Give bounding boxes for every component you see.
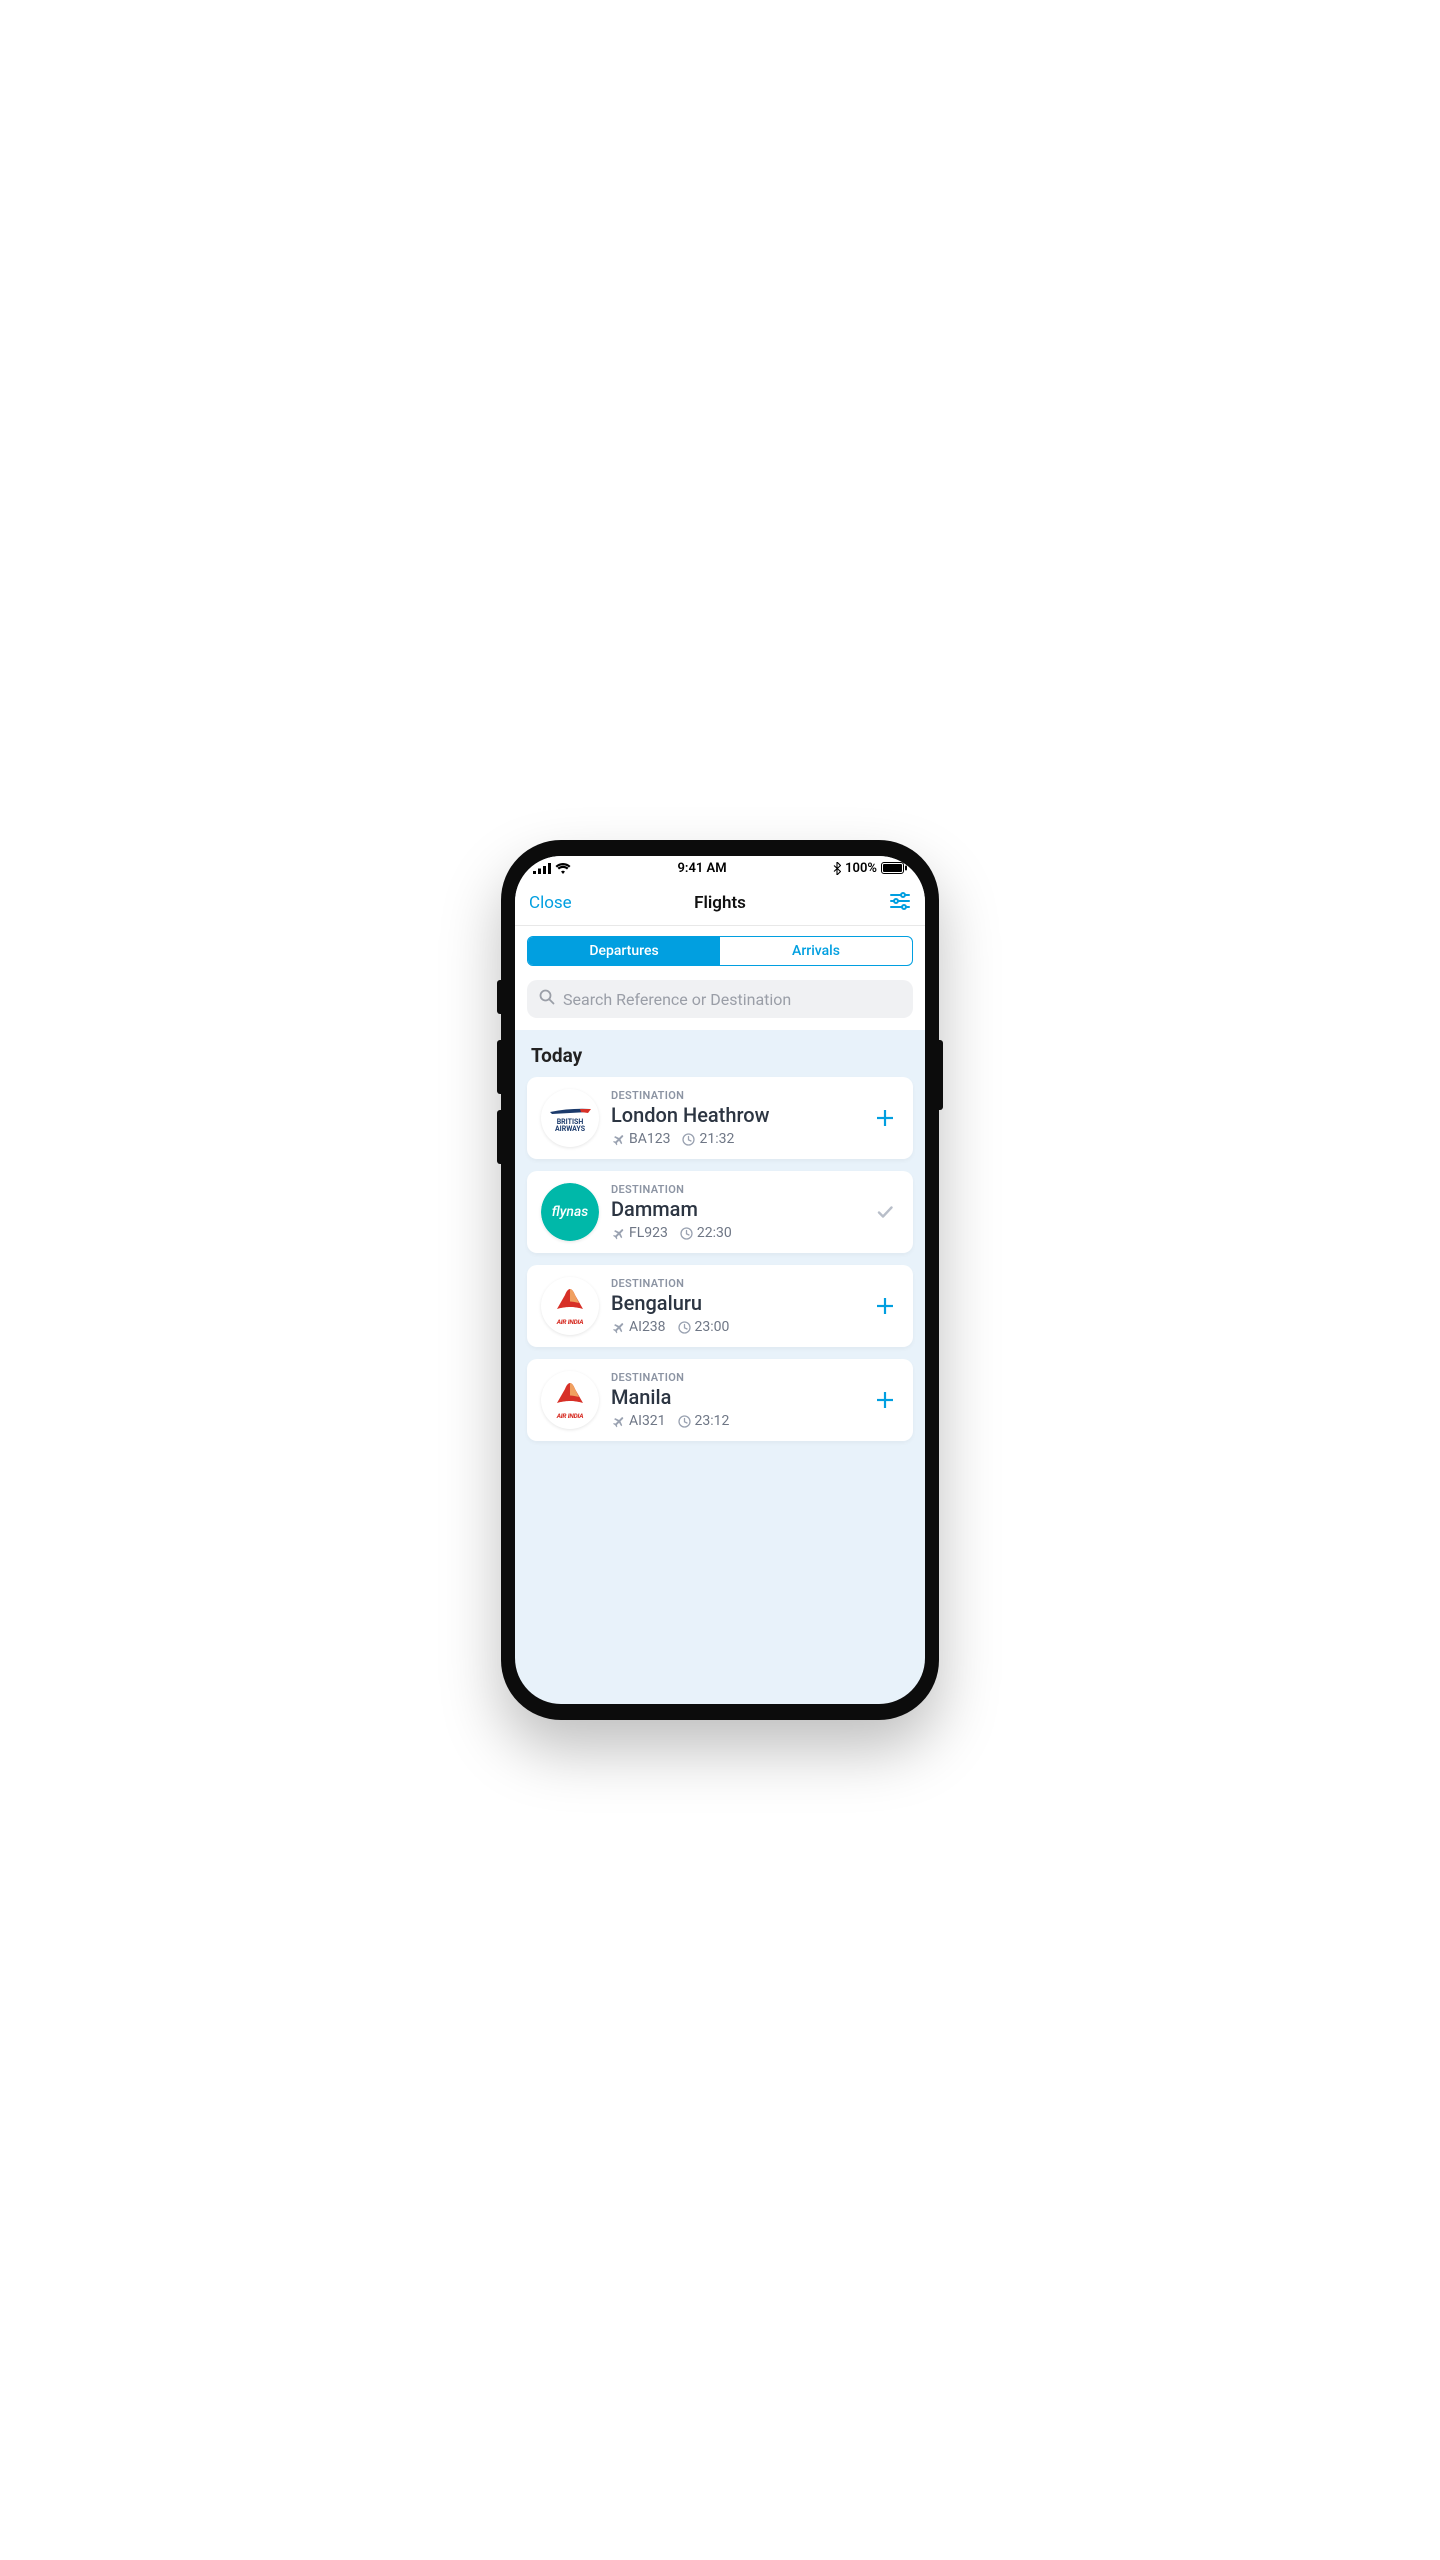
flight-ref: FL923 bbox=[629, 1225, 668, 1241]
filter-button[interactable] bbox=[889, 890, 911, 916]
add-flight-button[interactable] bbox=[871, 1107, 899, 1129]
flight-added-indicator bbox=[871, 1202, 899, 1222]
page-title: Flights bbox=[694, 893, 746, 913]
plus-icon bbox=[874, 1389, 896, 1411]
close-button[interactable]: Close bbox=[529, 893, 572, 913]
destination-name: London Heathrow bbox=[611, 1103, 859, 1127]
plus-icon bbox=[874, 1295, 896, 1317]
flight-card[interactable]: flynas DESTINATION Dammam FL923 bbox=[527, 1171, 913, 1253]
bluetooth-icon bbox=[833, 862, 841, 875]
content-scroll[interactable]: Today BRITISHAIRWAYS bbox=[515, 1030, 925, 1704]
flight-time: 21:32 bbox=[699, 1131, 734, 1147]
flight-time: 23:12 bbox=[695, 1413, 730, 1429]
flight-list: BRITISHAIRWAYS DESTINATION London Heathr… bbox=[515, 1077, 925, 1441]
flight-card[interactable]: AIR INDIA DESTINATION Bengaluru bbox=[527, 1265, 913, 1347]
clock-icon bbox=[682, 1133, 695, 1146]
add-flight-button[interactable] bbox=[871, 1389, 899, 1411]
segmented-control: Departures Arrivals bbox=[527, 936, 913, 966]
battery-icon bbox=[881, 862, 907, 874]
airline-logo-air-india: AIR INDIA bbox=[541, 1371, 599, 1429]
airline-logo-british-airways: BRITISHAIRWAYS bbox=[541, 1089, 599, 1147]
search-input[interactable] bbox=[563, 990, 901, 1009]
flight-ref: AI238 bbox=[629, 1319, 666, 1335]
destination-label: DESTINATION bbox=[611, 1371, 859, 1384]
status-time: 9:41 AM bbox=[678, 861, 727, 876]
destination-name: Dammam bbox=[611, 1197, 859, 1221]
flight-card[interactable]: BRITISHAIRWAYS DESTINATION London Heathr… bbox=[527, 1077, 913, 1159]
clock-icon bbox=[678, 1415, 691, 1428]
screen: 9:41 AM 100% Close Flights bbox=[515, 856, 925, 1704]
clock-icon bbox=[680, 1227, 693, 1240]
nav-bar: Close Flights bbox=[515, 880, 925, 926]
tab-departures[interactable]: Departures bbox=[528, 937, 720, 965]
destination-label: DESTINATION bbox=[611, 1277, 859, 1290]
tab-arrivals[interactable]: Arrivals bbox=[720, 937, 912, 965]
plane-icon bbox=[611, 1226, 625, 1240]
destination-label: DESTINATION bbox=[611, 1089, 859, 1102]
cellular-signal-icon bbox=[533, 863, 551, 874]
flight-card[interactable]: AIR INDIA DESTINATION Manila bbox=[527, 1359, 913, 1441]
flight-ref: BA123 bbox=[629, 1131, 670, 1147]
phone-frame: 9:41 AM 100% Close Flights bbox=[501, 840, 939, 1720]
plane-icon bbox=[611, 1320, 625, 1334]
airline-logo-flynas: flynas bbox=[541, 1183, 599, 1241]
plane-icon bbox=[611, 1414, 625, 1428]
clock-icon bbox=[678, 1321, 691, 1334]
section-title: Today bbox=[515, 1030, 925, 1077]
plus-icon bbox=[874, 1107, 896, 1129]
flight-time: 22:30 bbox=[697, 1225, 732, 1241]
search-wrap bbox=[515, 966, 925, 1030]
destination-label: DESTINATION bbox=[611, 1183, 859, 1196]
check-icon bbox=[875, 1202, 895, 1222]
plane-icon bbox=[611, 1132, 625, 1146]
sliders-icon bbox=[889, 890, 911, 912]
segmented-control-wrap: Departures Arrivals bbox=[515, 926, 925, 966]
wifi-icon bbox=[555, 863, 571, 874]
flight-ref: AI321 bbox=[629, 1413, 666, 1429]
flight-time: 23:00 bbox=[695, 1319, 730, 1335]
status-bar: 9:41 AM 100% bbox=[515, 856, 925, 880]
search-icon bbox=[539, 989, 555, 1009]
add-flight-button[interactable] bbox=[871, 1295, 899, 1317]
battery-percent: 100% bbox=[845, 861, 877, 876]
search-box[interactable] bbox=[527, 980, 913, 1018]
destination-name: Bengaluru bbox=[611, 1291, 859, 1315]
airline-logo-air-india: AIR INDIA bbox=[541, 1277, 599, 1335]
destination-name: Manila bbox=[611, 1385, 859, 1409]
